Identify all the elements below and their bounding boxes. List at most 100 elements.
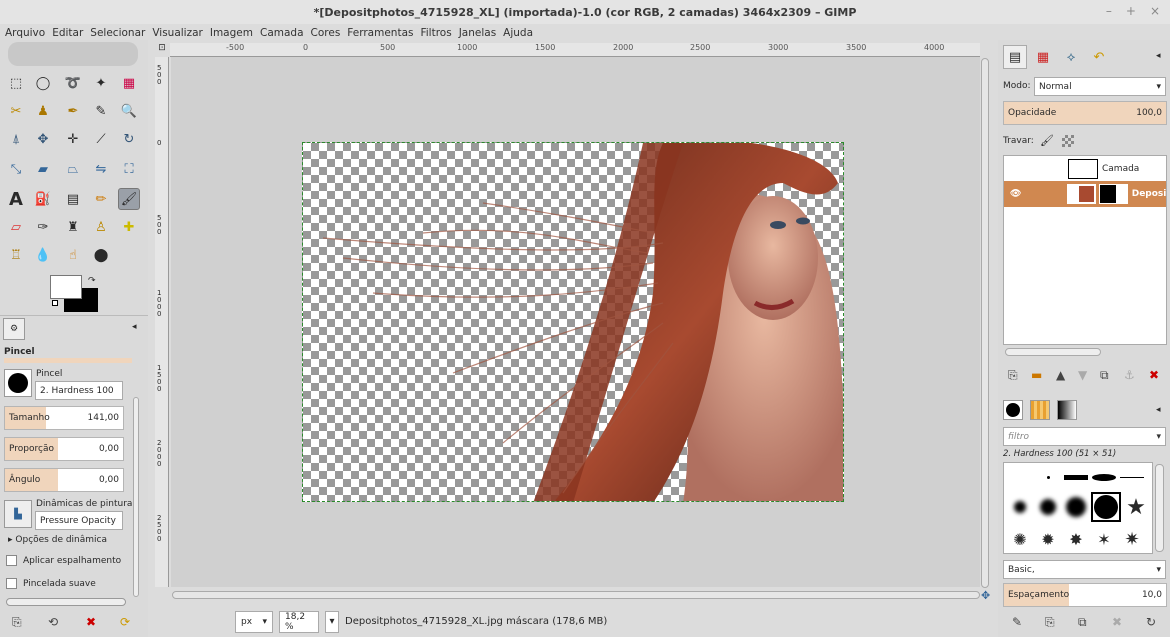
ink-icon[interactable]: ♜	[62, 216, 84, 238]
menu-visualizar[interactable]: Visualizar	[152, 27, 203, 39]
clone-icon[interactable]: ♙	[90, 216, 112, 238]
refresh-brushes-icon[interactable]: ↻	[1146, 615, 1156, 629]
cage-icon[interactable]: ⛶	[118, 158, 140, 180]
airbrush-icon[interactable]: ✑	[32, 216, 54, 238]
splatter-brush-icon[interactable]: ✺	[1007, 526, 1033, 552]
eraser-icon[interactable]: ▱	[5, 216, 27, 238]
brushes-panel-menu-icon[interactable]: ◂	[1156, 405, 1161, 415]
dynamics-field[interactable]: Pressure Opacity	[35, 511, 123, 530]
delete-layer-icon[interactable]: ✖	[1149, 368, 1159, 382]
menu-ajuda[interactable]: Ajuda	[503, 27, 533, 39]
reset-options-icon[interactable]: ⟳	[120, 615, 130, 629]
perspective-icon[interactable]: ⏢	[62, 158, 84, 180]
menu-imagem[interactable]: Imagem	[210, 27, 253, 39]
foreground-select-icon[interactable]: ♟	[32, 100, 54, 122]
dynamics-icon[interactable]: ▙	[4, 500, 32, 528]
default-colors-icon[interactable]	[52, 300, 58, 306]
paintbrush-icon[interactable]: 🖌	[118, 188, 140, 210]
color-picker-icon[interactable]: ✎	[90, 100, 112, 122]
patterns-tab-icon[interactable]	[1030, 400, 1050, 420]
undo-tab-icon[interactable]: ↶	[1087, 45, 1111, 69]
menu-selecionar[interactable]: Selecionar	[90, 27, 145, 39]
color-select-icon[interactable]: ▦	[118, 72, 140, 94]
layer-row-selected[interactable]: 👁 Deposit	[1004, 181, 1166, 207]
menu-ferramentas[interactable]: Ferramentas	[347, 27, 413, 39]
brushes-vscrollbar[interactable]	[1155, 464, 1164, 552]
rect-select-icon[interactable]: ⬚	[5, 72, 27, 94]
brush-cell[interactable]	[1007, 494, 1033, 520]
layer-row[interactable]: Camada	[1004, 156, 1166, 182]
delete-brush-icon[interactable]: ✖	[1112, 615, 1122, 629]
menu-cores[interactable]: Cores	[311, 27, 341, 39]
splatter-brush-icon[interactable]: ✹	[1035, 526, 1061, 552]
minimize-button[interactable]: –	[1106, 4, 1112, 18]
smudge-icon[interactable]: ☝	[62, 244, 84, 266]
free-select-icon[interactable]: ➰	[62, 72, 84, 94]
canvas-hscrollbar[interactable]	[172, 591, 980, 599]
ellipse-select-icon[interactable]: ◯	[32, 72, 54, 94]
tool-options-tab-icon[interactable]: ⚙	[3, 318, 25, 340]
anchor-layer-icon[interactable]: ⚓	[1124, 368, 1135, 382]
brush-cell[interactable]	[1035, 464, 1061, 490]
splatter-brush-icon[interactable]: ✷	[1119, 526, 1145, 552]
delete-options-icon[interactable]: ✖	[86, 615, 96, 629]
options-vscrollbar[interactable]	[133, 397, 139, 597]
lock-pixels-icon[interactable]: 🖌	[1040, 134, 1054, 147]
blend-icon[interactable]: ▤	[62, 188, 84, 210]
quickmask-toggle-icon[interactable]: ⊡	[155, 43, 169, 57]
text-icon[interactable]: A	[5, 188, 27, 210]
paths-tab-icon[interactable]: ⟡	[1059, 45, 1083, 69]
eye-icon[interactable]: 👁	[1010, 189, 1023, 199]
pencil-icon[interactable]: ✏	[90, 188, 112, 210]
brush-filter-input[interactable]: filtro ▾	[1003, 427, 1166, 446]
move-icon[interactable]: ✥	[32, 128, 54, 150]
brush-name-field[interactable]: 2. Hardness 100	[35, 381, 123, 400]
gradients-tab-icon[interactable]	[1057, 400, 1077, 420]
brush-cell[interactable]	[1119, 464, 1145, 490]
size-slider[interactable]: Tamanho 141,00	[4, 406, 124, 430]
brushes-tab[interactable]	[1003, 400, 1023, 420]
rotate-icon[interactable]: ↻	[118, 128, 140, 150]
mode-select[interactable]: Normal ▾	[1034, 77, 1166, 96]
brush-tag-select[interactable]: Basic, ▾	[1003, 560, 1166, 579]
navigate-icon[interactable]: ✥	[981, 589, 990, 602]
spacing-slider[interactable]: Espaçamento 10,0	[1003, 583, 1167, 607]
brush-cell[interactable]	[1091, 464, 1117, 490]
new-brush-icon[interactable]: ⎘	[1045, 615, 1055, 630]
splatter-brush-icon[interactable]: ✶	[1091, 526, 1117, 552]
close-button[interactable]: ×	[1150, 4, 1160, 18]
fuzzy-select-icon[interactable]: ✦	[90, 72, 112, 94]
flip-icon[interactable]: ⇋	[90, 158, 112, 180]
edit-brush-icon[interactable]: ✎	[1012, 615, 1022, 629]
brush-cell-selected[interactable]	[1091, 492, 1121, 522]
brush-cell[interactable]	[1063, 494, 1089, 520]
foreground-color-swatch[interactable]	[50, 275, 82, 299]
save-options-icon[interactable]: ⎘	[12, 615, 22, 630]
crop-icon[interactable]: ⟋	[90, 128, 112, 150]
image-layer[interactable]	[302, 142, 844, 502]
dynamics-options-expander[interactable]: ▸ Opções de dinâmica	[8, 535, 107, 545]
restore-options-icon[interactable]: ⟲	[48, 615, 58, 629]
new-layer-icon[interactable]: ⎘	[1008, 368, 1018, 383]
ratio-slider[interactable]: Proporção 0,00	[4, 437, 124, 461]
heal-icon[interactable]: ✚	[118, 216, 140, 238]
smooth-checkbox[interactable]: Pincelada suave	[6, 578, 96, 589]
zoom-icon[interactable]: 🔍	[118, 100, 140, 122]
angle-slider[interactable]: Ângulo 0,00	[4, 468, 124, 492]
raise-layer-icon[interactable]: ▲	[1056, 368, 1065, 382]
menu-editar[interactable]: Editar	[52, 27, 83, 39]
align-icon[interactable]: ✛	[62, 128, 84, 150]
scale-icon[interactable]: ⤡	[5, 158, 27, 180]
opacity-slider[interactable]: Opacidade 100,0	[1003, 101, 1167, 125]
channels-tab-icon[interactable]: ▦	[1031, 45, 1055, 69]
zoom-dropdown-icon[interactable]: ▾	[325, 610, 339, 633]
paths-icon[interactable]: ✒	[62, 100, 84, 122]
new-layer-group-icon[interactable]: ▬	[1031, 368, 1042, 382]
brush-cell[interactable]	[1063, 464, 1089, 490]
maximize-button[interactable]: +	[1126, 4, 1136, 18]
zoom-field[interactable]: 18,2 %	[279, 610, 319, 633]
brush-preview-button[interactable]	[4, 369, 32, 397]
options-hscrollbar[interactable]	[6, 598, 126, 606]
bucket-fill-icon[interactable]: ⛽	[32, 188, 54, 210]
duplicate-brush-icon[interactable]: ⧉	[1078, 615, 1087, 630]
